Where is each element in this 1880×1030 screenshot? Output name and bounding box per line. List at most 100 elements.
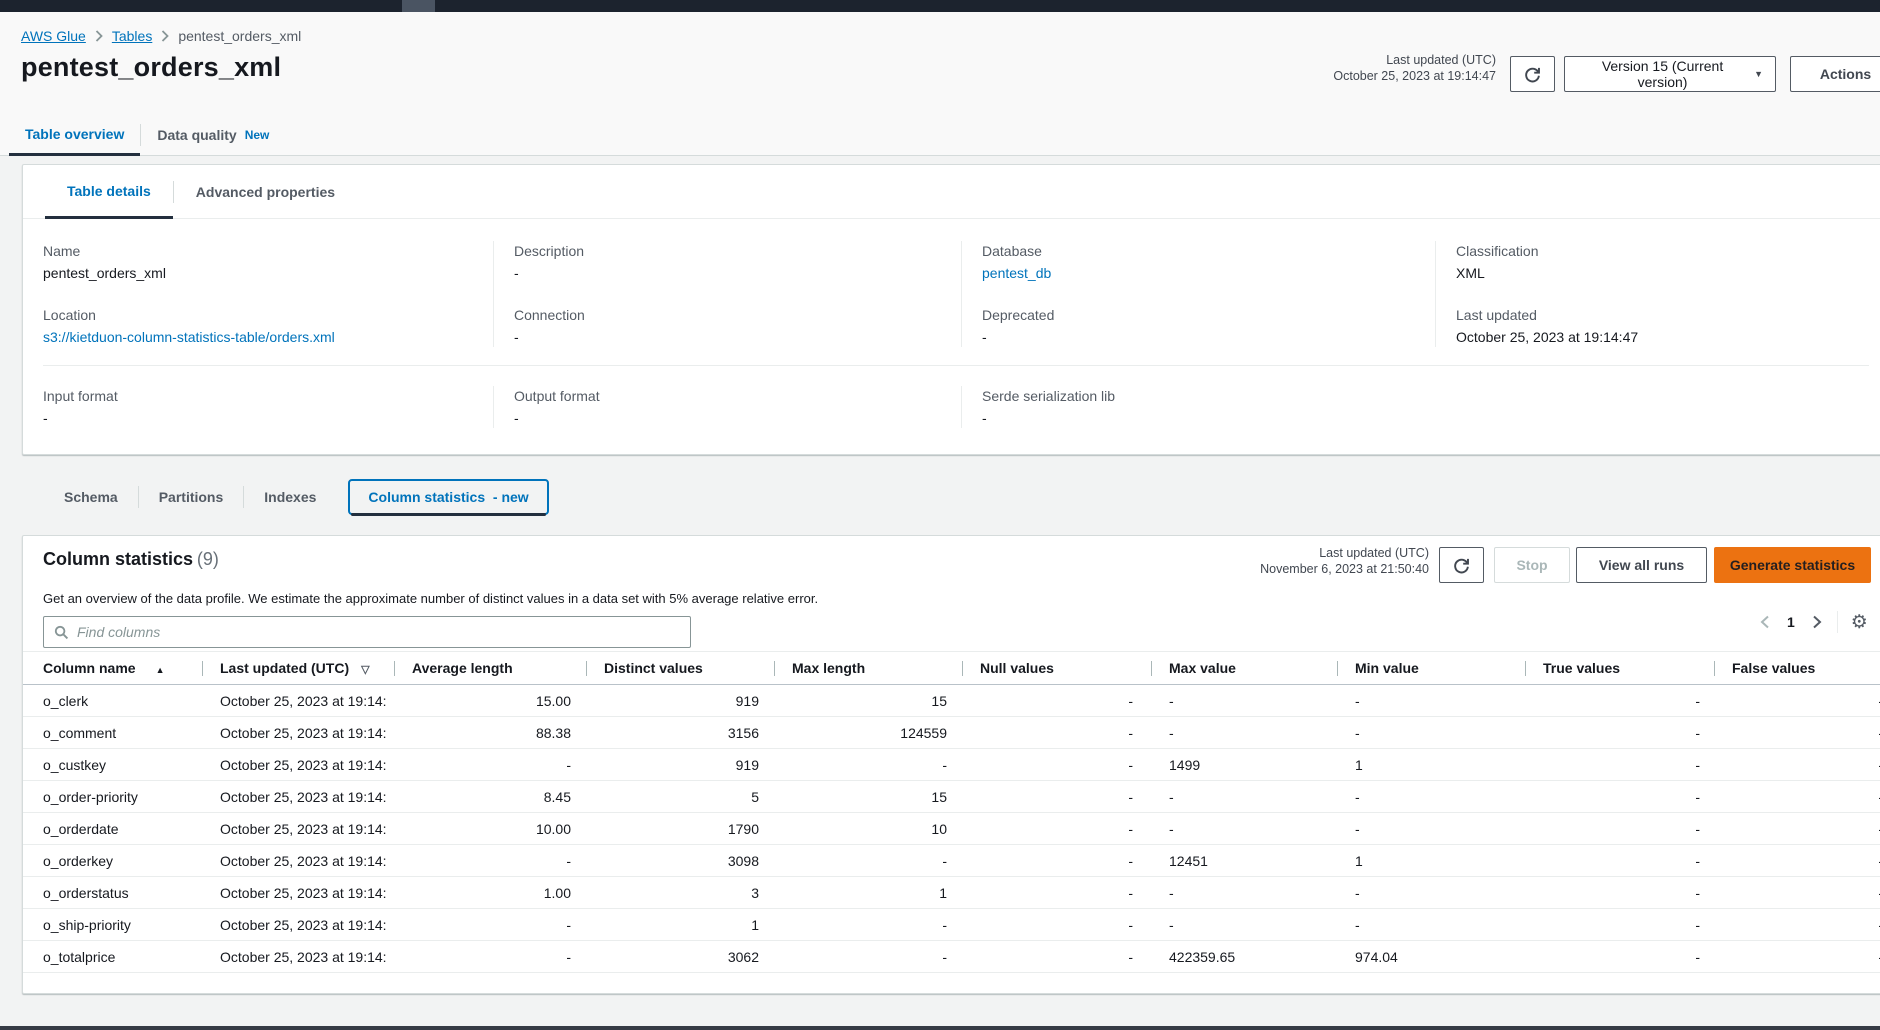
- details-col-2: Output format -: [493, 386, 961, 428]
- details-col-1: Input format -: [23, 386, 493, 428]
- cell-false_values: -: [1714, 693, 1880, 709]
- cell-false_values: -: [1714, 725, 1880, 741]
- cell-false_values: -: [1714, 757, 1880, 773]
- sort-ascending-icon: ▲: [156, 665, 165, 675]
- cell-nulls: -: [962, 757, 1151, 773]
- header-average-length: Average length: [394, 660, 586, 676]
- cell-false_values: -: [1714, 917, 1880, 933]
- details-subtabs: Table details Advanced properties: [23, 165, 1880, 219]
- field-serde-lib: Serde serialization lib -: [982, 386, 1869, 428]
- field-value: -: [514, 263, 941, 283]
- view-all-runs-button[interactable]: View all runs: [1576, 547, 1707, 583]
- pagination-previous-icon[interactable]: [1758, 613, 1772, 631]
- pagination-next-icon[interactable]: [1810, 613, 1824, 631]
- cell-min_value: 1: [1337, 757, 1525, 773]
- header-column-name[interactable]: Column name▲: [23, 660, 202, 676]
- cell-distinct: 1790: [586, 821, 774, 837]
- cell-min_value: -: [1337, 885, 1525, 901]
- details-col-1: Name pentest_orders_xml Location s3://ki…: [23, 241, 493, 347]
- refresh-button[interactable]: [1510, 56, 1555, 92]
- cell-max_value: -: [1151, 885, 1337, 901]
- version-dropdown[interactable]: Version 15 (Current version) ▼: [1564, 56, 1776, 92]
- cell-nulls: -: [962, 725, 1151, 741]
- stats-description: Get an overview of the data profile. We …: [23, 584, 1880, 607]
- cell-distinct: 3: [586, 885, 774, 901]
- cell-max_length: -: [774, 853, 962, 869]
- stats-count: (9): [197, 549, 219, 569]
- cell-updated: October 25, 2023 at 19:14:: [202, 917, 394, 933]
- subtab-advanced-properties[interactable]: Advanced properties: [174, 165, 357, 218]
- cell-updated: October 25, 2023 at 19:14:: [202, 853, 394, 869]
- details-grid: Name pentest_orders_xml Location s3://ki…: [23, 219, 1880, 365]
- cell-nulls: -: [962, 789, 1151, 805]
- subtab-table-details[interactable]: Table details: [45, 165, 173, 219]
- field-label: Input format: [43, 386, 473, 406]
- cell-updated: October 25, 2023 at 19:14:: [202, 725, 394, 741]
- cell-false_values: -: [1714, 821, 1880, 837]
- location-link[interactable]: s3://kietduon-column-statistics-table/or…: [43, 329, 335, 345]
- field-output-format: Output format -: [514, 386, 941, 428]
- cell-min_value: -: [1337, 693, 1525, 709]
- stop-button[interactable]: Stop: [1494, 547, 1570, 583]
- field-value: -: [982, 327, 1415, 347]
- cell-max_length: 15: [774, 693, 962, 709]
- field-label: Database: [982, 241, 1415, 261]
- top-bar-notch: [402, 0, 435, 12]
- breadcrumb: AWS Glue Tables pentest_orders_xml: [0, 26, 1880, 46]
- cell-avg_length: 8.45: [394, 789, 586, 805]
- cell-updated: October 25, 2023 at 19:14:: [202, 789, 394, 805]
- cell-true_values: -: [1525, 757, 1714, 773]
- title-row: pentest_orders_xml Last updated (UTC) Oc…: [0, 52, 1880, 98]
- cell-avg_length: 15.00: [394, 693, 586, 709]
- field-last-updated: Last updated October 25, 2023 at 19:14:4…: [1456, 305, 1869, 347]
- header-last-updated[interactable]: Last updated (UTC)▽: [202, 660, 394, 676]
- tab-schema[interactable]: Schema: [44, 479, 138, 515]
- tab-column-statistics[interactable]: Column statistics - new: [348, 479, 548, 515]
- cell-avg_length: -: [394, 917, 586, 933]
- tab-partitions[interactable]: Partitions: [139, 479, 244, 515]
- cell-name: o_ship-priority: [23, 917, 202, 933]
- cell-updated: October 25, 2023 at 19:14:: [202, 757, 394, 773]
- find-columns-search[interactable]: [43, 616, 691, 648]
- field-value: pentest_orders_xml: [43, 263, 473, 283]
- stats-header: Column statistics (9) Last updated (UTC)…: [23, 536, 1880, 584]
- cell-updated: October 25, 2023 at 19:14:: [202, 885, 394, 901]
- field-value: -: [514, 408, 941, 428]
- cell-true_values: -: [1525, 725, 1714, 741]
- settings-gear-icon[interactable]: ⚙: [1851, 613, 1868, 632]
- breadcrumb-link-tables[interactable]: Tables: [112, 28, 152, 44]
- header-label: Min value: [1355, 660, 1419, 676]
- details-grid-formats: Input format - Output format - Serde ser…: [23, 366, 1880, 454]
- tab-data-quality[interactable]: Data quality New: [141, 114, 285, 155]
- filter-icon: ▽: [361, 664, 369, 676]
- tab-table-overview[interactable]: Table overview: [9, 114, 140, 156]
- cell-max_value: 422359.65: [1151, 949, 1337, 965]
- actions-dropdown-button[interactable]: Actions ▼: [1790, 56, 1880, 92]
- cell-name: o_clerk: [23, 693, 202, 709]
- tab-table-overview-label: Table overview: [25, 126, 124, 142]
- cell-name: o_totalprice: [23, 949, 202, 965]
- stats-refresh-button[interactable]: [1439, 547, 1484, 583]
- tab-indexes[interactable]: Indexes: [244, 479, 336, 515]
- cell-max_length: 1: [774, 885, 962, 901]
- cell-distinct: 3062: [586, 949, 774, 965]
- field-description: Description -: [514, 241, 941, 283]
- generate-statistics-button[interactable]: Generate statistics: [1714, 547, 1871, 583]
- cell-distinct: 3156: [586, 725, 774, 741]
- cell-nulls: -: [962, 693, 1151, 709]
- field-label: Output format: [514, 386, 941, 406]
- details-col-2: Description - Connection -: [493, 241, 961, 347]
- cell-avg_length: 1.00: [394, 885, 586, 901]
- search-input[interactable]: [77, 624, 680, 640]
- refresh-icon: [1453, 557, 1470, 574]
- table-row: o_ship-priorityOctober 25, 2023 at 19:14…: [23, 909, 1880, 941]
- breadcrumb-link-aws-glue[interactable]: AWS Glue: [21, 28, 86, 44]
- cell-max_length: -: [774, 917, 962, 933]
- cell-max_value: 1499: [1151, 757, 1337, 773]
- database-link[interactable]: pentest_db: [982, 265, 1051, 281]
- field-value: October 25, 2023 at 19:14:47: [1456, 327, 1869, 347]
- pagination-page-1[interactable]: 1: [1785, 614, 1797, 630]
- cell-name: o_orderstatus: [23, 885, 202, 901]
- header-label: False values: [1732, 660, 1815, 676]
- cell-true_values: -: [1525, 693, 1714, 709]
